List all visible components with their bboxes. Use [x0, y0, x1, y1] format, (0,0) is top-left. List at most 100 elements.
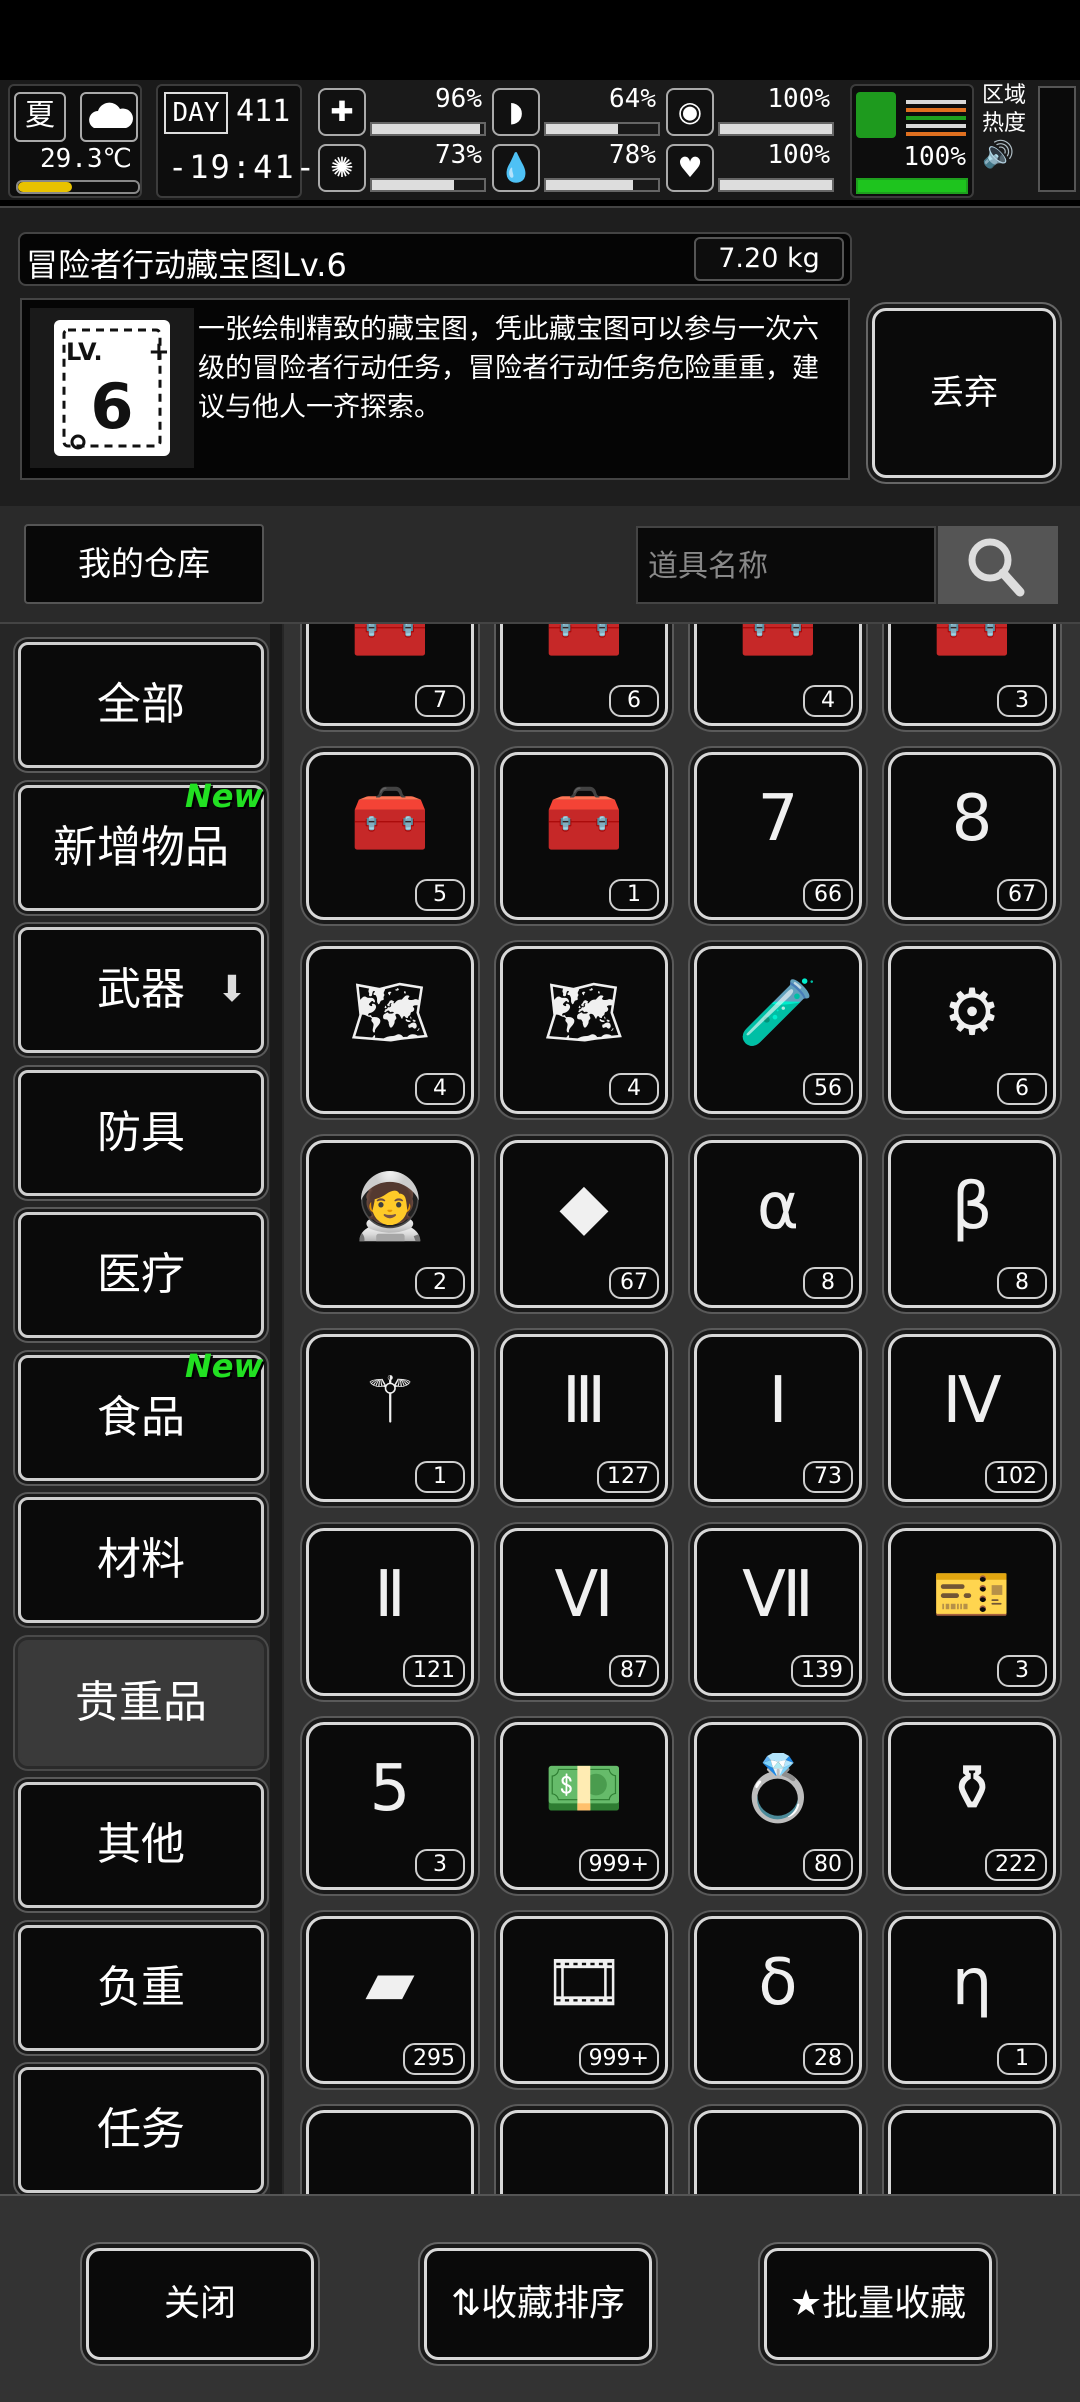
- search-button[interactable]: [938, 526, 1058, 604]
- status-bar: 夏 29.3℃ DAY 411 -19:41- ✚ 96% ◗ 64% ◉ 100% ✺ 73…: [0, 80, 1080, 200]
- category-10[interactable]: 任务: [18, 2067, 264, 2193]
- item-count: 4: [415, 1073, 465, 1105]
- inventory-slot[interactable]: ⚱ 222: [888, 1722, 1056, 1890]
- inventory-slot[interactable]: 🧰 4: [694, 624, 862, 726]
- discard-button[interactable]: 丢弃: [872, 308, 1056, 478]
- category-5[interactable]: 食品 New: [18, 1347, 264, 1481]
- search-icon: [968, 538, 1025, 597]
- map-lv2-icon: 🗺: [349, 976, 431, 1050]
- inventory-slot[interactable]: Ⅲ 127: [500, 1334, 668, 1502]
- inventory-slot[interactable]: 8 67: [888, 752, 1056, 920]
- stat-value: 73%: [435, 140, 482, 170]
- stat-bar: [718, 178, 834, 192]
- inventory-slot[interactable]: [888, 2110, 1056, 2194]
- batch-favorite-button[interactable]: ★批量收藏: [764, 2248, 992, 2360]
- batch-favorite-label: 批量收藏: [822, 2283, 967, 2324]
- stat-bar: [370, 178, 486, 192]
- inventory-slot[interactable]: 💍 80: [694, 1722, 862, 1890]
- inventory-slot[interactable]: Ⅵ 87: [500, 1528, 668, 1696]
- stat-value: 96%: [435, 84, 482, 114]
- test-tube-beta-icon: β: [951, 1170, 993, 1244]
- weather-panel: 夏 29.3℃: [8, 84, 142, 198]
- category-label: 新增物品: [53, 821, 229, 873]
- item-count: 139: [791, 1655, 853, 1687]
- category-3[interactable]: 防具: [18, 1069, 264, 1196]
- inventory-slot[interactable]: 🧑‍🚀 2: [306, 1140, 474, 1308]
- inventory-slot[interactable]: 🧰 6: [500, 624, 668, 726]
- item-count: 1: [997, 2043, 1047, 2075]
- inventory-slot[interactable]: 🧪 56: [694, 946, 862, 1114]
- inventory-slot[interactable]: [694, 2110, 862, 2194]
- favorite-sort-button[interactable]: ⇅收藏排序: [424, 2248, 652, 2360]
- category-8[interactable]: 其他: [18, 1782, 264, 1908]
- category-sidebar: 全部 新增物品 New 武器 ⬇ 防具医疗 食品 New 材料贵重品其他负重任务: [0, 624, 284, 2194]
- inventory-slot[interactable]: 7 66: [694, 752, 862, 920]
- inventory-slot[interactable]: η1: [888, 1916, 1056, 2084]
- category-label: 任务: [97, 2104, 185, 2155]
- category-7[interactable]: 贵重品: [18, 1639, 264, 1766]
- partial-item-icon: [891, 2113, 1053, 2194]
- vase-icon: ⚱: [945, 1752, 999, 1826]
- expand-arrow-icon: ⬇: [216, 969, 247, 1010]
- item-count: 999+: [578, 1849, 659, 1881]
- partial-item-icon: [697, 2113, 859, 2194]
- inventory-slot[interactable]: 53: [306, 1722, 474, 1890]
- item-count: 127: [597, 1461, 659, 1493]
- speaker-icon[interactable]: 🔊: [982, 140, 1032, 170]
- test-tube-vii-icon: Ⅶ: [742, 1558, 814, 1632]
- inventory-slot[interactable]: α8: [694, 1140, 862, 1308]
- inventory-slot[interactable]: 🧰 5: [306, 752, 474, 920]
- inventory-slot[interactable]: β8: [888, 1140, 1056, 1308]
- category-1[interactable]: 新增物品 New: [18, 777, 264, 911]
- inventory-slot[interactable]: Ⅰ 73: [694, 1334, 862, 1502]
- inventory-slot[interactable]: 🧰 3: [888, 624, 1056, 726]
- stat-water-drop: 💧 78%: [492, 140, 662, 194]
- inventory-slot[interactable]: 🧰 7: [306, 624, 474, 726]
- inventory-slot[interactable]: Ⅳ 102: [888, 1334, 1056, 1502]
- item-count: 999+: [578, 2043, 659, 2075]
- category-0[interactable]: 全部: [18, 642, 264, 768]
- inventory-slot[interactable]: ◆ 67: [500, 1140, 668, 1308]
- inventory-slot[interactable]: 🎞 999+: [500, 1916, 668, 2084]
- inventory-slot[interactable]: 🗺 4: [500, 946, 668, 1114]
- area-heat-slot: [1038, 86, 1076, 192]
- cloud-icon: [80, 92, 138, 142]
- item-count: 67: [997, 879, 1047, 911]
- item-count: 3: [997, 1655, 1047, 1687]
- broken-device-icon: ⚙: [943, 976, 1001, 1050]
- stamina-leg-icon: [856, 92, 896, 138]
- area-heat-panel[interactable]: 区域热度 🔊: [982, 82, 1076, 192]
- inventory-slot[interactable]: Ⅶ 139: [694, 1528, 862, 1696]
- treasure-map-lv8-icon: 8: [951, 782, 993, 856]
- treasure-map-icon: LV. + 6: [30, 308, 194, 468]
- stat-value: 100%: [767, 84, 830, 114]
- inventory-slot[interactable]: 🗺 4: [306, 946, 474, 1114]
- item-count: 6: [997, 1073, 1047, 1105]
- stomach-icon: ◗: [492, 88, 540, 136]
- inventory-slot[interactable]: δ 28: [694, 1916, 862, 2084]
- category-9[interactable]: 负重: [18, 1924, 264, 2051]
- toolbox-stack-icon: 🧰: [544, 782, 624, 856]
- category-scrollbar[interactable]: [270, 624, 282, 2194]
- category-6[interactable]: 材料: [18, 1497, 264, 1623]
- inventory-slot[interactable]: 🧰 1: [500, 752, 668, 920]
- close-button[interactable]: 关闭: [86, 2248, 314, 2360]
- category-4[interactable]: 医疗: [18, 1212, 264, 1338]
- search-input[interactable]: 道具名称: [636, 526, 936, 604]
- inventory-slot[interactable]: 💵 999+: [500, 1722, 668, 1890]
- inventory-slot[interactable]: Ⅱ 121: [306, 1528, 474, 1696]
- thumb-level: 6: [90, 370, 133, 443]
- inventory-slot[interactable]: [500, 2110, 668, 2194]
- category-label: 材料: [97, 1534, 185, 1585]
- toolbox-stack-icon: 🧰: [350, 624, 430, 662]
- stat-value: 100%: [767, 140, 830, 170]
- inventory-slot[interactable]: ⚚ 1: [306, 1334, 474, 1502]
- inventory-slot[interactable]: ▰ 295: [306, 1916, 474, 2084]
- category-2[interactable]: 武器 ⬇: [18, 927, 264, 1053]
- astronaut-icon: 🧑‍🚀: [350, 1170, 430, 1244]
- inventory-slot[interactable]: 🎫 3: [888, 1528, 1056, 1696]
- partial-item-icon: [309, 2113, 471, 2194]
- inventory-slot[interactable]: ⚙ 6: [888, 946, 1056, 1114]
- stamina-bar: [856, 178, 968, 194]
- inventory-slot[interactable]: [306, 2110, 474, 2194]
